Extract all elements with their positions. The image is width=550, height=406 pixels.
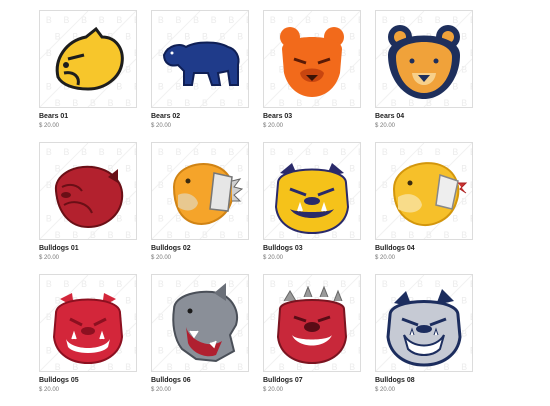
svg-text:B: B [358, 213, 360, 223]
svg-text:B: B [134, 147, 136, 157]
product-name[interactable]: Bulldogs 03 [263, 245, 303, 252]
svg-text:B: B [134, 48, 136, 58]
svg-text:B: B [246, 345, 248, 355]
product-card[interactable]: BBBBBBBBBBBBBBBBBBBBBBBBBBBBBBBBBBBB Bul… [151, 142, 249, 274]
product-card[interactable]: BBBBBBBBBBBBBBBBBBBBBBBBBBBBBBBBBBBB Bea… [263, 10, 361, 142]
product-thumbnail[interactable]: BBBBBBBBBBBBBBBBBBBBBBBBBBBBBBBBBBBB [263, 142, 361, 240]
product-price: $ 20.00 [263, 123, 284, 129]
svg-text:B: B [358, 15, 360, 25]
product-thumbnail[interactable]: BBBBBBBBBBBBBBBBBBBBBBBBBBBBBBBBBBBB [375, 142, 473, 240]
bulldog-snarl-red-icon [52, 293, 124, 365]
product-name[interactable]: Bears 03 [263, 113, 292, 120]
svg-text:B: B [470, 312, 472, 322]
svg-text:B: B [358, 180, 360, 190]
svg-text:B: B [358, 81, 360, 91]
product-thumbnail[interactable]: BBBBBBBBBBBBBBBBBBBBBBBBBBBBBBBBBBBB [375, 10, 473, 108]
product-thumbnail[interactable]: BBBBBBBBBBBBBBBBBBBBBBBBBBBBBBBBBBBB [151, 274, 249, 372]
svg-text:B: B [246, 147, 248, 157]
product-price: $ 20.00 [39, 123, 60, 129]
svg-text:B: B [358, 147, 360, 157]
svg-text:B: B [470, 279, 472, 289]
product-price: $ 20.00 [263, 255, 284, 261]
svg-text:B: B [134, 15, 136, 25]
product-price: $ 20.00 [151, 387, 172, 393]
product-name[interactable]: Bulldogs 06 [151, 377, 191, 384]
bulldog-face-gold-icon [274, 163, 350, 235]
product-card[interactable]: BBBBBBBBBBBBBBBBBBBBBBBBBBBBBBBBBBBB Bul… [39, 142, 137, 274]
svg-text:B: B [470, 48, 472, 58]
svg-text:B: B [246, 213, 248, 223]
product-name[interactable]: Bears 04 [375, 113, 404, 120]
bulldog-roar-gray-icon [172, 283, 238, 363]
product-thumbnail[interactable]: BBBBBBBBBBBBBBBBBBBBBBBBBBBBBBBBBBBB [263, 274, 361, 372]
product-card[interactable]: BBBBBBBBBBBBBBBBBBBBBBBBBBBBBBBBBBBB Bea… [375, 10, 473, 142]
product-card[interactable]: BBBBBBBBBBBBBBBBBBBBBBBBBBBBBBBBBBBB Bea… [151, 10, 249, 142]
product-name[interactable]: Bulldogs 04 [375, 245, 415, 252]
svg-text:B: B [134, 213, 136, 223]
svg-text:B: B [246, 15, 248, 25]
product-price: $ 20.00 [151, 123, 172, 129]
product-price: $ 20.00 [375, 123, 396, 129]
product-card[interactable]: BBBBBBBBBBBBBBBBBBBBBBBBBBBBBBBBBBBB Bul… [375, 142, 473, 274]
bulldog-collar-yellow-icon [392, 162, 468, 226]
product-card[interactable]: BBBBBBBBBBBBBBBBBBBBBBBBBBBBBBBBBBBB Bul… [263, 274, 361, 406]
svg-text:B: B [470, 147, 472, 157]
product-price: $ 20.00 [375, 387, 396, 393]
product-price: $ 20.00 [375, 255, 396, 261]
bulldog-head-red-icon [54, 165, 124, 229]
product-thumbnail[interactable]: BBBBBBBBBBBBBBBBBBBBBBBBBBBBBBBBBBBB [151, 10, 249, 108]
product-name[interactable]: Bulldogs 05 [39, 377, 79, 384]
svg-text:B: B [470, 81, 472, 91]
bulldog-snarl-navy-icon [386, 289, 462, 367]
svg-text:B: B [358, 345, 360, 355]
svg-text:B: B [358, 48, 360, 58]
svg-text:B: B [358, 279, 360, 289]
svg-text:B: B [134, 81, 136, 91]
product-name[interactable]: Bears 02 [151, 113, 180, 120]
svg-text:B: B [470, 180, 472, 190]
svg-text:B: B [246, 180, 248, 190]
product-thumbnail[interactable]: BBBBBBBBBBBBBBBBBBBBBBBBBBBBBBBBBBBB [263, 10, 361, 108]
svg-text:B: B [246, 312, 248, 322]
product-price: $ 20.00 [151, 255, 172, 261]
product-card[interactable]: BBBBBBBBBBBBBBBBBBBBBBBBBBBBBBBBBBBB Bul… [39, 274, 137, 406]
product-grid: B B B B B B B B B B B B B B B B B B B B B B B B B B B B B B B B B B B B Bea… [39, 10, 473, 406]
product-price: $ 20.00 [263, 387, 284, 393]
product-name[interactable]: Bears 01 [39, 113, 68, 120]
svg-text:B: B [246, 81, 248, 91]
svg-text:B: B [134, 312, 136, 322]
bear-walking-blue-icon [162, 41, 240, 86]
svg-text:B: B [470, 213, 472, 223]
svg-text:B: B [246, 279, 248, 289]
bulldog-collar-gold-icon [172, 163, 244, 225]
svg-text:B: B [134, 345, 136, 355]
bear-face-orange-icon [280, 27, 344, 97]
bulldog-spiked-red-icon [276, 285, 348, 365]
product-card[interactable]: BBBBBBBBBBBBBBBBBBBBBBBBBBBBBBBBBBBB Bul… [375, 274, 473, 406]
product-name[interactable]: Bulldogs 02 [151, 245, 191, 252]
product-thumbnail[interactable]: BBBBBBBBBBBBBBBBBBBBBBBBBBBBBBBBBBBB [151, 142, 249, 240]
svg-text:B: B [358, 312, 360, 322]
svg-text:B: B [134, 180, 136, 190]
product-card[interactable]: BBBBBBBBBBBBBBBBBBBBBBBBBBBBBBBBBBBB Bul… [263, 142, 361, 274]
product-name[interactable]: Bulldogs 07 [263, 377, 303, 384]
svg-text:B: B [134, 279, 136, 289]
product-name[interactable]: Bulldogs 01 [39, 245, 79, 252]
product-thumbnail[interactable]: BBBBBBBBBBBBBBBBBBBBBBBBBBBBBBBBBBBB [39, 10, 137, 108]
product-card[interactable]: BBBBBBBBBBBBBBBBBBBBBBBBBBBBBBBBBBBB Bea… [39, 10, 137, 142]
bear-head-yellow-icon [55, 26, 124, 91]
product-price: $ 20.00 [39, 387, 60, 393]
product-thumbnail[interactable]: BBBBBBBBBBBBBBBBBBBBBBBBBBBBBBBBBBBB [39, 142, 137, 240]
product-name[interactable]: Bulldogs 08 [375, 377, 415, 384]
product-price: $ 20.00 [39, 255, 60, 261]
bear-face-navy-orange-icon [388, 25, 460, 99]
product-thumbnail[interactable]: BBBBBBBBBBBBBBBBBBBBBBBBBBBBBBBBBBBB [39, 274, 137, 372]
product-thumbnail[interactable]: BBBBBBBBBBBBBBBBBBBBBBBBBBBBBBBBBBBB [375, 274, 473, 372]
svg-text:B: B [246, 48, 248, 58]
svg-text:B: B [470, 15, 472, 25]
product-card[interactable]: BBBBBBBBBBBBBBBBBBBBBBBBBBBBBBBBBBBB Bul… [151, 274, 249, 406]
svg-text:B: B [470, 345, 472, 355]
